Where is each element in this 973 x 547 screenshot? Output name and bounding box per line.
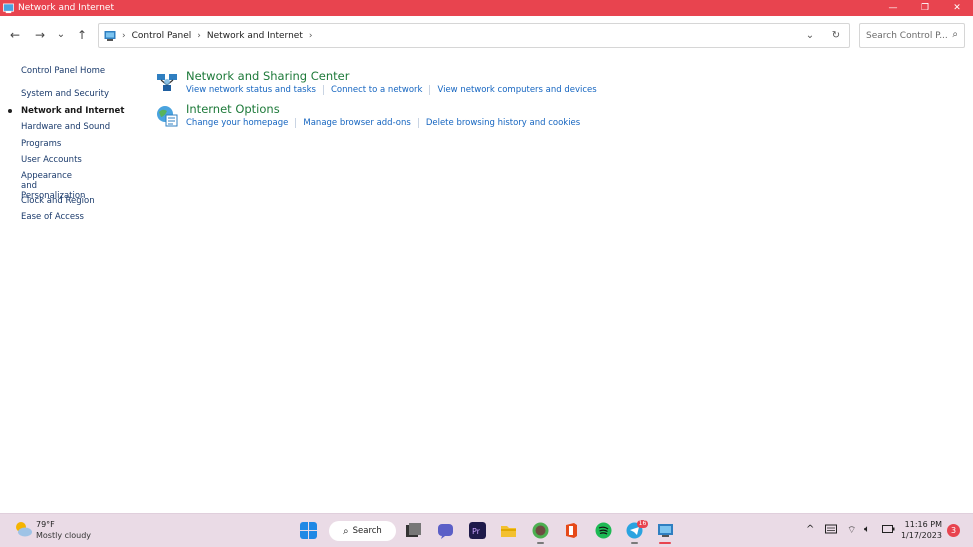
internet-options-tasks: Change your homepage Manage browser add-… (186, 118, 587, 128)
start-windows-icon[interactable] (300, 522, 317, 539)
sidebar-item-programs[interactable]: Programs (0, 139, 140, 149)
control-panel-icon (104, 30, 116, 41)
partly-cloudy-icon (16, 522, 32, 537)
address-bar[interactable]: › Control Panel › Network and Internet ›… (98, 23, 850, 48)
file-explorer-icon[interactable] (500, 522, 517, 539)
internet-options-globe-icon (157, 106, 178, 127)
active-app-indicator (659, 542, 671, 544)
network-and-sharing-center-link[interactable]: Network and Sharing Center (186, 69, 349, 83)
forward-arrow-icon[interactable]: → (32, 27, 48, 43)
close-button[interactable]: ✕ (941, 0, 973, 16)
breadcrumb-separator[interactable]: › (197, 31, 201, 41)
chrome-profile-icon[interactable] (532, 522, 549, 539)
network-and-sharing-center-tasks: View network status and tasks Connect to… (186, 85, 604, 95)
battery-icon[interactable] (882, 524, 895, 534)
spotify-icon[interactable] (595, 522, 612, 539)
refresh-icon[interactable]: ↻ (823, 30, 849, 41)
show-hidden-icons-chevron-icon[interactable]: ^ (806, 524, 814, 535)
breadcrumb-separator: › (122, 30, 126, 41)
taskbar-search-button[interactable]: ⌕ Search (329, 521, 396, 541)
running-indicator (631, 542, 638, 544)
sidebar-item-user-accounts[interactable]: User Accounts (0, 155, 140, 165)
control-panel-taskbar-icon[interactable] (657, 522, 674, 539)
search-icon: ⌕ (343, 525, 349, 537)
change-homepage-link[interactable]: Change your homepage (186, 118, 295, 128)
premiere-pro-icon[interactable]: Pr (469, 522, 486, 539)
sidebar-item-clock-and-region[interactable]: Clock and Region (0, 196, 140, 206)
back-arrow-icon[interactable]: ← (7, 27, 23, 43)
network-icon (157, 74, 177, 91)
connect-to-network-link[interactable]: Connect to a network (322, 85, 430, 95)
clock-time: 11:16 PM (904, 520, 942, 529)
weather-condition: Mostly cloudy (36, 531, 91, 540)
manage-browser-addons-link[interactable]: Manage browser add-ons (295, 118, 417, 128)
navigation-bar: ← → ⌄ ↑ › Control Panel › Network and In… (0, 16, 973, 54)
internet-options-link[interactable]: Internet Options (186, 102, 280, 116)
breadcrumb-separator[interactable]: › (309, 31, 313, 41)
up-arrow-icon[interactable]: ↑ (74, 27, 90, 43)
breadcrumb-control-panel[interactable]: Control Panel (132, 31, 192, 41)
sidebar-item-ease-of-access[interactable]: Ease of Access (0, 212, 140, 222)
window-title: Network and Internet (18, 3, 114, 13)
wifi-icon[interactable]: ⌔ (847, 524, 856, 537)
taskbar: 79°F Mostly cloudy ⌕ Search Pr 16 ^ ⌔ 🔈︎… (0, 513, 973, 547)
search-placeholder: Search Control P... (866, 30, 948, 41)
keyboard-icon[interactable] (825, 524, 837, 534)
weather-temperature: 79°F (36, 520, 55, 529)
recent-locations-chevron-icon[interactable]: ⌄ (53, 27, 69, 43)
sidebar-item-hardware-and-sound[interactable]: Hardware and Sound (0, 122, 140, 132)
view-network-status-link[interactable]: View network status and tasks (186, 85, 323, 95)
clock-date: 1/17/2023 (900, 531, 942, 540)
view-network-computers-link[interactable]: View network computers and devices (429, 85, 603, 95)
teams-chat-icon[interactable] (437, 522, 454, 539)
address-actions: ⌄ ↻ (797, 24, 849, 47)
address-dropdown-chevron-icon[interactable]: ⌄ (797, 30, 823, 41)
weather-widget[interactable]: 79°F Mostly cloudy (13, 520, 91, 541)
search-control-panel-input[interactable]: Search Control P... ⌕ (859, 23, 965, 48)
delete-browsing-history-link[interactable]: Delete browsing history and cookies (417, 118, 587, 128)
telegram-unread-badge: 16 (637, 520, 648, 528)
svg-text:Pr: Pr (472, 527, 481, 536)
search-icon[interactable]: ⌕ (952, 29, 958, 40)
sidebar-item-control-panel-home[interactable]: Control Panel Home (0, 66, 140, 76)
title-bar: Network and Internet — ❐ ✕ (0, 0, 973, 16)
taskbar-clock[interactable]: 11:16 PM 1/17/2023 (900, 519, 942, 541)
volume-icon[interactable]: 🔈︎ (864, 524, 870, 535)
taskbar-search-label: Search (352, 526, 382, 536)
minimize-button[interactable]: — (877, 0, 909, 16)
notification-count-badge[interactable]: 3 (947, 524, 960, 537)
sidebar-item-network-and-internet: Network and Internet (0, 106, 140, 116)
task-view-icon[interactable] (405, 522, 422, 539)
office-icon[interactable] (563, 522, 580, 539)
restore-button[interactable]: ❐ (909, 0, 941, 16)
breadcrumb-network-and-internet[interactable]: Network and Internet (207, 31, 303, 41)
control-panel-icon (3, 3, 14, 13)
sidebar-item-system-and-security[interactable]: System and Security (0, 89, 140, 99)
running-indicator (537, 542, 544, 544)
